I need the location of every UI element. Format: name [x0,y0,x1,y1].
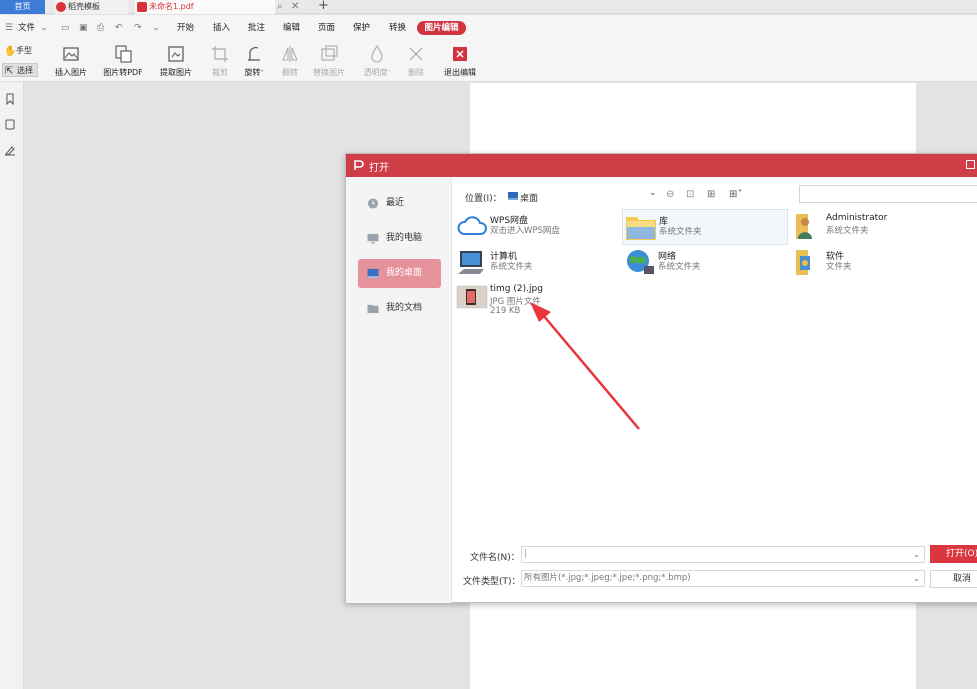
delete-label: 删除 [408,68,424,77]
close-tab-icon[interactable]: ✕ [291,0,299,14]
save-icon[interactable]: ▣ [79,23,88,33]
hand-tool-button[interactable]: ✋ 手型 [2,44,32,58]
filename-input[interactable]: | ⌄ [521,546,925,563]
tab-template-label: 稻壳模板 [68,2,100,11]
insert-image-icon [63,47,79,61]
open-button[interactable]: 打开(O) [930,545,977,563]
redo-icon[interactable]: ↷ [134,23,142,33]
select-tool-button[interactable]: ⇱ 选择 [2,63,38,77]
chevron-down-icon[interactable]: ⌄ [913,571,920,586]
select-tool-label: 选择 [17,66,33,75]
delete-button[interactable]: 删除 [404,42,428,79]
flip-icon [282,46,298,62]
insert-image-button[interactable]: 插入图片 [52,42,90,79]
docer-logo-icon [56,2,66,12]
new-tab-button[interactable]: + [318,0,329,14]
hand-tool-label: 手型 [16,46,32,55]
rotate-button[interactable]: 旋转˅ [241,42,267,79]
menu-file[interactable]: 文件 [18,22,35,34]
image-to-pdf-icon [115,45,132,63]
menu-edit[interactable]: 编辑 [283,22,300,34]
cancel-button[interactable]: 取消 [930,570,977,588]
tab-document-label: 未命名1.pdf [149,2,194,11]
transparency-button[interactable]: 透明度˅ [360,42,394,79]
tab-home[interactable]: 首页 [0,0,45,14]
chevron-down-icon[interactable]: ⌄ [40,23,48,33]
delete-x-icon [409,47,423,61]
menu-start[interactable]: 开始 [177,22,194,34]
flip-label: 翻转 [282,68,298,77]
ribbon-toolbar: ✋ 手型 ⇱ 选择 插入图片 图片转PDF 提取图片 裁剪 旋转˅ 翻转 替换图… [0,40,977,82]
menu-protect[interactable]: 保护 [353,22,370,34]
menu-annotate[interactable]: 批注 [248,22,265,34]
chevron-down-icon[interactable]: ⌄ [913,547,920,562]
tab-document[interactable]: 未命名1.pdf [135,0,275,14]
tab-template[interactable]: 稻壳模板 [54,0,128,14]
pdf-file-icon [137,2,147,12]
replace-image-label: 替换图片 [313,68,345,77]
crop-button[interactable]: 裁剪 [208,42,232,79]
bookmark-icon[interactable] [4,93,16,105]
menu-page[interactable]: 页面 [318,22,335,34]
pin-icon[interactable]: ⌕ [277,0,283,14]
rotate-label: 旋转 [244,68,261,77]
print-icon[interactable]: ⎙ [97,23,104,33]
exit-edit-button[interactable]: 退出编辑 [440,42,480,79]
signature-icon[interactable] [4,144,16,156]
menu-bar: ☰ 文件 ⌄ ▭ ▣ ⎙ ↶ ↷ ⌄ 开始 插入 批注 编辑 页面 保护 转换 … [0,15,977,40]
hamburger-menu-icon[interactable]: ☰ [5,23,13,33]
image-to-pdf-label: 图片转PDF [103,68,143,77]
menu-convert[interactable]: 转换 [389,22,406,34]
open-file-dialog: 打开 最近 我的电脑 我的桌面 我的文档 位置(I)： 桌面 ⌄ ⊖ ⊡ ⊞ ⊞… [345,153,977,603]
extract-image-button[interactable]: 提取图片 [157,42,195,79]
hand-icon: ✋ [4,46,17,57]
filetype-select[interactable]: 所有图片(*.jpg;*.jpeg;*.jpe;*.png;*.bmp) ⌄ [521,570,925,587]
pointer-icon: ⇱ [5,66,14,77]
crop-icon [212,46,228,62]
filetype-label: 文件类型(T)： [463,577,521,587]
image-to-pdf-button[interactable]: 图片转PDF [101,42,145,79]
filetype-value: 所有图片(*.jpg;*.jpeg;*.jpe;*.png;*.bmp) [524,573,691,583]
exit-edit-icon [453,47,467,61]
filename-label: 文件名(N)： [470,553,520,563]
undo-icon[interactable]: ↶ [115,23,123,33]
annotation-arrow-icon [530,302,640,430]
exit-edit-label: 退出编辑 [444,68,476,77]
replace-image-button[interactable]: 替换图片 [311,42,347,79]
thumbnail-icon[interactable] [4,118,16,130]
replace-image-icon [321,45,338,61]
crop-label: 裁剪 [212,68,228,77]
extract-image-label: 提取图片 [160,68,192,77]
open-folder-icon[interactable]: ▭ [61,23,70,33]
menu-insert[interactable]: 插入 [213,22,230,34]
transparency-label: 透明度 [363,68,388,77]
menu-image-edit[interactable]: 图片编辑 [417,21,466,35]
extract-image-icon [168,46,184,62]
transparency-drop-icon [371,44,383,63]
left-panel-strip [0,82,24,689]
tab-bar: 首页 稻壳模板 未命名1.pdf ⌕ ✕ + [0,0,977,14]
rotate-icon [248,46,260,61]
customize-icon[interactable]: ⌄ [152,23,160,33]
flip-button[interactable]: 翻转 [278,42,302,79]
insert-image-label: 插入图片 [55,68,87,77]
